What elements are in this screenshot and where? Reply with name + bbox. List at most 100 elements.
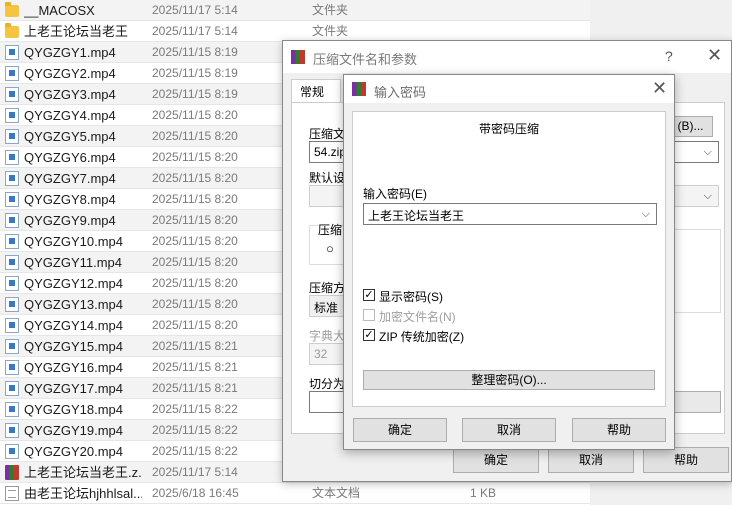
archive-name-value: 54.zip [314, 145, 347, 159]
file-date: 2025/11/15 8:20 [152, 255, 238, 269]
cancel-button[interactable]: 取消 [462, 418, 556, 442]
zip-legacy-encryption-checkbox[interactable]: ✓ [363, 329, 375, 341]
file-date: 2025/11/15 8:19 [152, 87, 238, 101]
winrar-icon [291, 50, 305, 64]
file-name: QYGZGY9.mp4 [24, 213, 116, 228]
video-file-icon [5, 129, 19, 144]
file-name: QYGZGY10.mp4 [24, 234, 123, 249]
file-name: 上老王论坛当老王 [24, 24, 129, 39]
password-dialog-title: 输入密码 [374, 85, 427, 100]
list-item[interactable]: __MACOSX 2025/11/17 5:14 文件夹 [0, 0, 590, 21]
file-name: 由老王论坛hjhhlsal... [24, 486, 142, 501]
file-date: 2025/11/17 5:14 [152, 3, 238, 17]
file-name: QYGZGY15.mp4 [24, 339, 123, 354]
file-name: QYGZGY4.mp4 [24, 108, 116, 123]
file-date: 2025/11/15 8:20 [152, 192, 238, 206]
file-date: 2025/11/17 5:14 [152, 24, 238, 38]
ok-button[interactable]: 确定 [453, 447, 539, 473]
archive-name-label: 压缩文 [309, 127, 346, 141]
chevron-down-icon[interactable]: ⌵ [642, 208, 650, 221]
format-radio[interactable]: ○ [326, 241, 334, 256]
folder-icon [5, 23, 19, 38]
file-name: QYGZGY5.mp4 [24, 129, 116, 144]
list-item[interactable]: 由老王论坛hjhhlsal... 2025/6/18 16:45 文本文档 1 KB [0, 483, 590, 504]
file-name: QYGZGY3.mp4 [24, 87, 116, 102]
close-icon[interactable]: ✕ [652, 78, 667, 99]
show-password-checkbox[interactable]: ✓ [363, 289, 375, 301]
video-file-icon [5, 234, 19, 249]
compression-method-label: 压缩方 [309, 281, 346, 295]
file-name: QYGZGY11.mp4 [24, 255, 123, 270]
chevron-down-icon[interactable]: ⌵ [704, 190, 712, 203]
video-file-icon [5, 444, 19, 459]
file-name: QYGZGY17.mp4 [24, 381, 123, 396]
password-value: 上老王论坛当老王 [368, 209, 465, 223]
video-file-icon [5, 360, 19, 375]
file-date: 2025/11/15 8:21 [152, 339, 238, 353]
folder-icon [5, 2, 19, 17]
file-date: 2025/11/15 8:20 [152, 171, 238, 185]
file-date: 2025/11/15 8:22 [152, 444, 238, 458]
video-file-icon [5, 297, 19, 312]
help-icon[interactable]: ? [665, 48, 673, 64]
encrypt-filenames-label[interactable]: 加密文件名(N) [379, 308, 456, 325]
file-name: QYGZGY18.mp4 [24, 402, 123, 417]
password-heading: 带密码压缩 [478, 122, 539, 136]
video-file-icon [5, 45, 19, 60]
video-file-icon [5, 276, 19, 291]
split-volumes-label: 切分为 [309, 377, 346, 391]
cancel-button[interactable]: 取消 [548, 447, 634, 473]
file-date: 2025/11/15 8:20 [152, 297, 238, 311]
video-file-icon [5, 339, 19, 354]
file-name: __MACOSX [24, 3, 95, 18]
ok-button[interactable]: 确定 [353, 418, 447, 442]
video-file-icon [5, 150, 19, 165]
video-file-icon [5, 213, 19, 228]
help-button[interactable]: 帮助 [643, 447, 729, 473]
file-name: QYGZGY14.mp4 [24, 318, 123, 333]
video-file-icon [5, 255, 19, 270]
file-date: 2025/11/15 8:21 [152, 360, 238, 374]
password-panel: 带密码压缩 输入密码(E) 上老王论坛当老王 ⌵ ✓ 显示密码(S) 加密文件名… [352, 111, 666, 407]
file-name: QYGZGY20.mp4 [24, 444, 123, 459]
password-dialog-titlebar[interactable]: 输入密码 ✕ [344, 75, 674, 103]
file-type: 文件夹 [312, 24, 349, 38]
dictionary-size-label: 字典大 [309, 329, 346, 343]
video-file-icon [5, 402, 19, 417]
close-icon[interactable]: ✕ [707, 45, 722, 66]
default-settings-label: 默认设 [309, 171, 346, 185]
file-date: 2025/11/15 8:20 [152, 234, 238, 248]
file-type: 文本文档 [312, 486, 361, 500]
file-date: 2025/11/15 8:20 [152, 213, 238, 227]
help-button[interactable]: 帮助 [572, 418, 666, 442]
file-date: 2025/11/15 8:20 [152, 150, 238, 164]
file-name: QYGZGY1.mp4 [24, 45, 116, 60]
file-name: QYGZGY19.mp4 [24, 423, 123, 438]
list-item[interactable]: 上老王论坛当老王 2025/11/17 5:14 文件夹 [0, 21, 590, 42]
show-password-label[interactable]: 显示密码(S) [379, 288, 443, 305]
file-date: 2025/11/15 8:22 [152, 402, 238, 416]
video-file-icon [5, 66, 19, 81]
password-input[interactable]: 上老王论坛当老王 ⌵ [363, 203, 657, 225]
file-date: 2025/11/15 8:21 [152, 381, 238, 395]
video-file-icon [5, 87, 19, 102]
format-label: 压缩 [318, 221, 343, 238]
organize-passwords-button[interactable]: 整理密码(O)... [363, 370, 655, 390]
chevron-down-icon[interactable]: ⌵ [704, 146, 712, 159]
file-date: 2025/11/15 8:19 [152, 66, 238, 80]
file-date: 2025/11/17 5:14 [152, 465, 238, 479]
tab-general[interactable]: 常规 [291, 79, 341, 103]
video-file-icon [5, 192, 19, 207]
file-date: 2025/11/15 8:20 [152, 276, 238, 290]
text-file-icon [5, 486, 19, 501]
rar-archive-icon [5, 465, 19, 480]
encrypt-filenames-checkbox[interactable] [363, 309, 375, 321]
file-name: QYGZGY7.mp4 [24, 171, 116, 186]
archive-dialog-titlebar[interactable]: 压缩文件名和参数 ? ✕ [283, 41, 731, 73]
video-file-icon [5, 423, 19, 438]
file-date: 2025/11/15 8:20 [152, 129, 238, 143]
zip-legacy-encryption-label[interactable]: ZIP 传统加密(Z) [379, 328, 464, 345]
winrar-icon [352, 82, 366, 96]
compression-method-value: 标准 [314, 301, 339, 315]
file-date: 2025/11/15 8:20 [152, 108, 238, 122]
